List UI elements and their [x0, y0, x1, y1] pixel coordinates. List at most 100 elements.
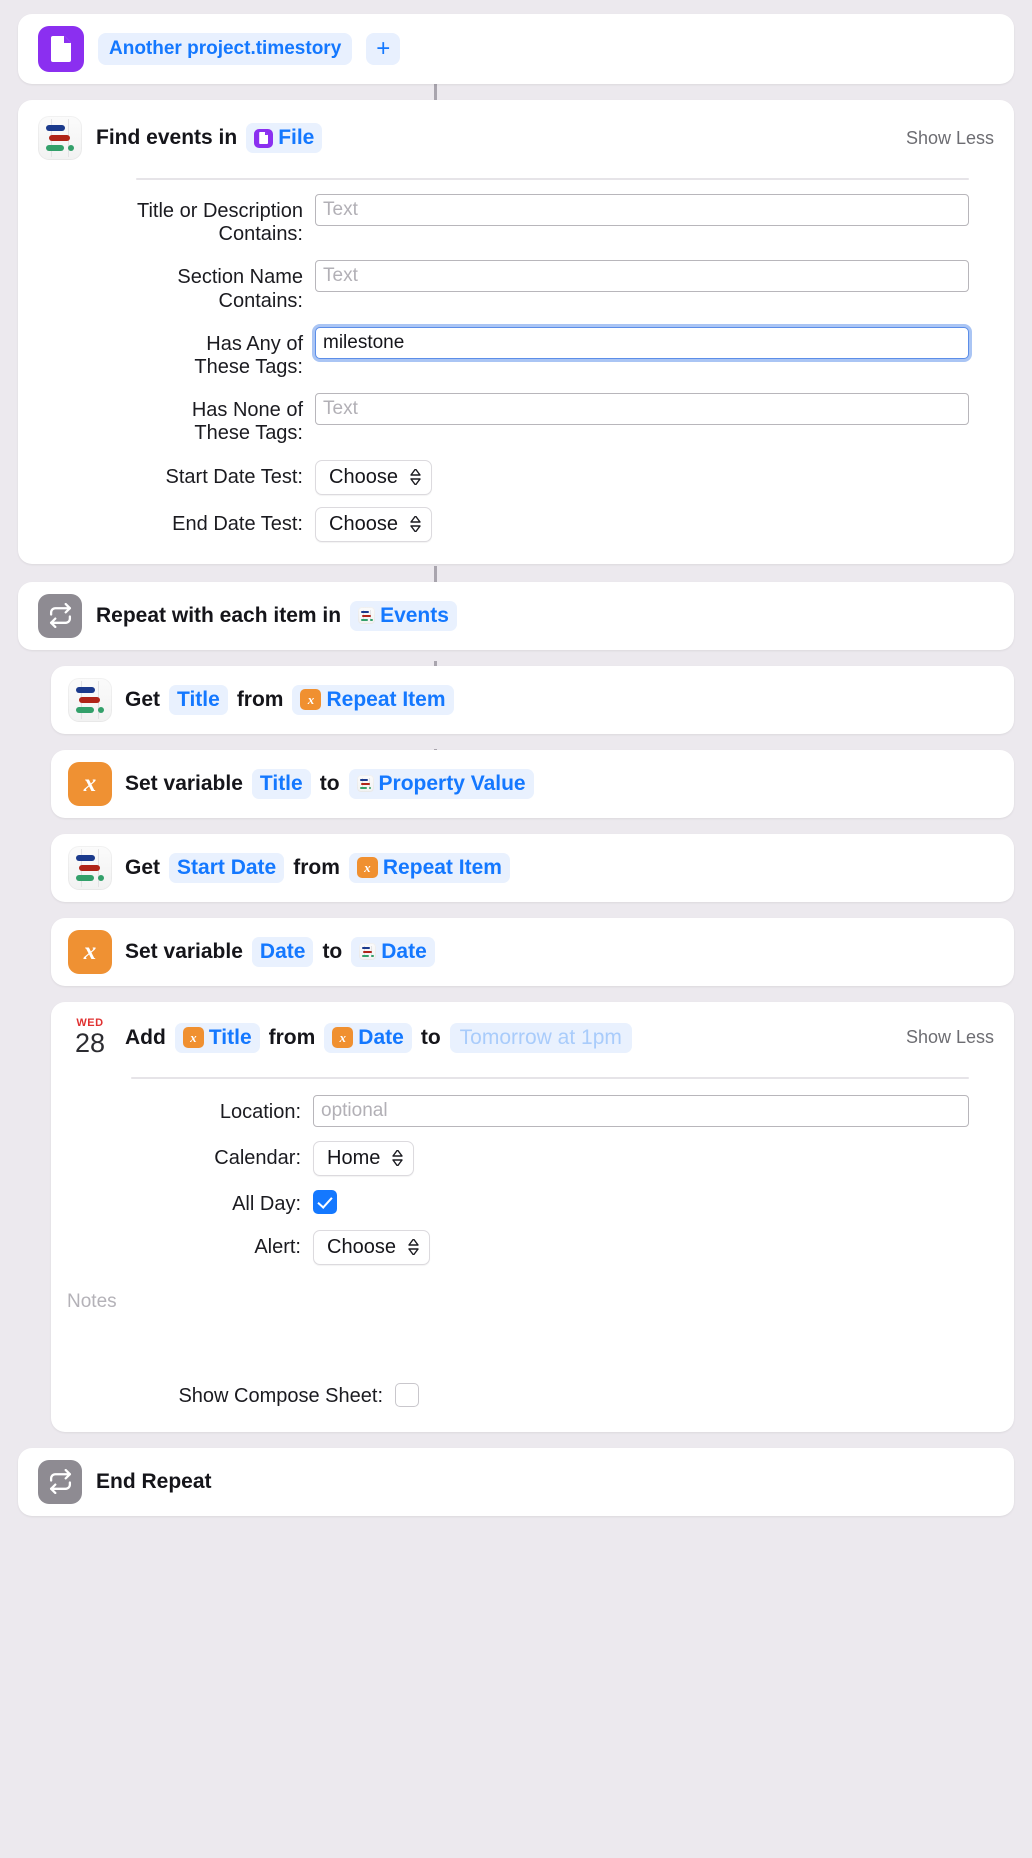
add-event-header: WED 28 Add x Title from x Date to Tomorr… [51, 1002, 1014, 1061]
add-calendar-event-card: WED 28 Add x Title from x Date to Tomorr… [51, 1001, 1014, 1432]
repeat-title-text: Repeat with each item in [96, 603, 342, 627]
step-value-pill[interactable]: Date [351, 936, 435, 967]
find-events-form: Title or DescriptionContains: Section Na… [18, 180, 1014, 542]
timestory-app-icon [356, 775, 374, 792]
add-event-form: Location: Calendar: Home [51, 1079, 1014, 1265]
find-events-header: Find events in File Show Less [18, 100, 1014, 160]
field-label: Start Date Test: [165, 465, 303, 488]
step-pill-2-label: Repeat Item [326, 687, 446, 711]
field-row-compose-sheet: Show Compose Sheet: [51, 1382, 1014, 1408]
step-pill-1-label: Start Date [177, 855, 277, 879]
step-set-date-card: x Set variable Date to Date [51, 917, 1014, 986]
field-label: Has Any of These Tags: [194, 332, 303, 378]
event-start-pill[interactable]: x Date [324, 1022, 412, 1053]
find-events-source-pill[interactable]: File [246, 123, 323, 153]
end-date-test-select[interactable]: Choose [315, 506, 432, 542]
show-compose-sheet-checkbox[interactable] [395, 1382, 419, 1407]
file-pill-label: Another project.timestory [109, 38, 342, 59]
step-pill-1-label: Title [177, 687, 220, 711]
step-property-pill[interactable]: Title [169, 684, 228, 715]
event-title-label: Title [208, 1025, 252, 1049]
field-row-start-date-test: Start Date Test: Choose [18, 459, 969, 495]
start-date-test-value: Choose [329, 465, 398, 488]
field-row-title-contains: Title or Description Contains: [18, 194, 969, 246]
find-events-source-label: File [278, 126, 315, 149]
calendar-icon: WED 28 [68, 1015, 112, 1061]
location-input[interactable] [313, 1094, 969, 1127]
timestory-app-icon [358, 607, 376, 624]
repeat-title: Repeat with each item in Events [96, 600, 457, 631]
add-event-show-less-button[interactable]: Show Less [906, 1027, 994, 1048]
step-word-2: from [293, 855, 340, 879]
step-word-1: Get [125, 855, 161, 879]
field-row-section-name: Section Name Contains: [18, 260, 969, 312]
repeat-action-card: Repeat with each item in Events [18, 581, 1014, 650]
start-date-test-select[interactable]: Choose [315, 459, 432, 495]
title-description-contains-input[interactable] [315, 194, 969, 226]
file-document-icon [254, 128, 274, 148]
notes-field[interactable]: Notes [51, 1279, 1014, 1313]
chevron-updown-icon [408, 1239, 419, 1256]
alert-select-value: Choose [327, 1235, 396, 1258]
variable-x-icon: x [182, 1027, 204, 1048]
timestory-app-icon [68, 677, 112, 722]
repeat-loop-icon [38, 1459, 82, 1504]
add-word-3: to [420, 1025, 441, 1049]
variable-x-icon: x [356, 857, 378, 878]
step-pill-1-label: Date [259, 939, 306, 963]
add-word-1: Add [125, 1025, 166, 1049]
event-end-placeholder-pill[interactable]: Tomorrow at 1pm [449, 1022, 632, 1053]
repeat-list-label: Events [380, 603, 449, 627]
step-source-pill[interactable]: x Repeat Item [348, 852, 510, 883]
chevron-updown-icon [410, 516, 421, 532]
field-row-has-any-tags: Has Any of These Tags: [18, 326, 969, 379]
repeat-loop-icon [38, 593, 82, 638]
field-label: All Day: [232, 1192, 301, 1215]
add-parameter-button[interactable]: + [366, 33, 401, 65]
step-value-pill[interactable]: Property Value [348, 768, 534, 799]
step-variable-pill[interactable]: Date [251, 936, 314, 967]
field-label: Location: [219, 1100, 301, 1123]
step-word-2: to [322, 939, 343, 963]
step-property-pill[interactable]: Start Date [169, 852, 285, 883]
step-title: Set variable Date to Date [125, 936, 435, 967]
has-any-tags-input[interactable] [315, 326, 969, 359]
file-pill[interactable]: Another project.timestory [98, 33, 353, 65]
field-row-all-day: All Day: [51, 1189, 969, 1216]
timestory-app-icon [359, 943, 377, 960]
notes-spacer [51, 1313, 1014, 1383]
add-word-2: from [268, 1025, 316, 1049]
calendar-select[interactable]: Home [313, 1140, 415, 1176]
all-day-checkbox[interactable] [313, 1189, 337, 1214]
step-word-1: Set variable [125, 939, 243, 963]
field-label: Show Compose Sheet: [178, 1384, 383, 1407]
end-date-test-value: Choose [329, 512, 398, 535]
repeat-list-pill[interactable]: Events [350, 600, 457, 631]
step-get-start-date-card: Get Start Date from x Repeat Item [51, 833, 1014, 902]
find-events-show-less-button[interactable]: Show Less [906, 128, 994, 149]
event-start-label: Date [358, 1025, 404, 1049]
has-none-tags-input[interactable] [315, 393, 969, 426]
field-row-has-none-tags: Has None of These Tags: [18, 393, 969, 445]
variable-x-icon: x [68, 929, 112, 974]
field-label: Has None of These Tags: [191, 399, 303, 445]
section-name-contains-input[interactable] [315, 260, 969, 293]
end-repeat-card: End Repeat [18, 1447, 1014, 1516]
alert-select[interactable]: Choose [313, 1229, 430, 1265]
calendar-select-value: Home [327, 1146, 381, 1169]
event-title-pill[interactable]: x Title [174, 1022, 260, 1053]
find-events-title-text: Find events in [96, 126, 238, 149]
find-events-title: Find events in File [96, 123, 323, 153]
step-source-pill[interactable]: x Repeat Item [292, 684, 454, 715]
variable-x-icon: x [332, 1027, 354, 1048]
step-pill-2-label: Repeat Item [382, 855, 502, 879]
field-row-calendar: Calendar: Home [51, 1140, 969, 1176]
step-set-title-card: x Set variable Title to Property Value [51, 749, 1014, 818]
end-repeat-label: End Repeat [96, 1469, 212, 1493]
step-variable-pill[interactable]: Title [251, 768, 311, 799]
field-row-alert: Alert: Choose [51, 1229, 969, 1265]
field-label: End Date Test: [172, 512, 303, 535]
step-word-1: Set variable [125, 771, 243, 795]
step-word-1: Get [125, 687, 161, 711]
step-word-2: to [319, 771, 340, 795]
